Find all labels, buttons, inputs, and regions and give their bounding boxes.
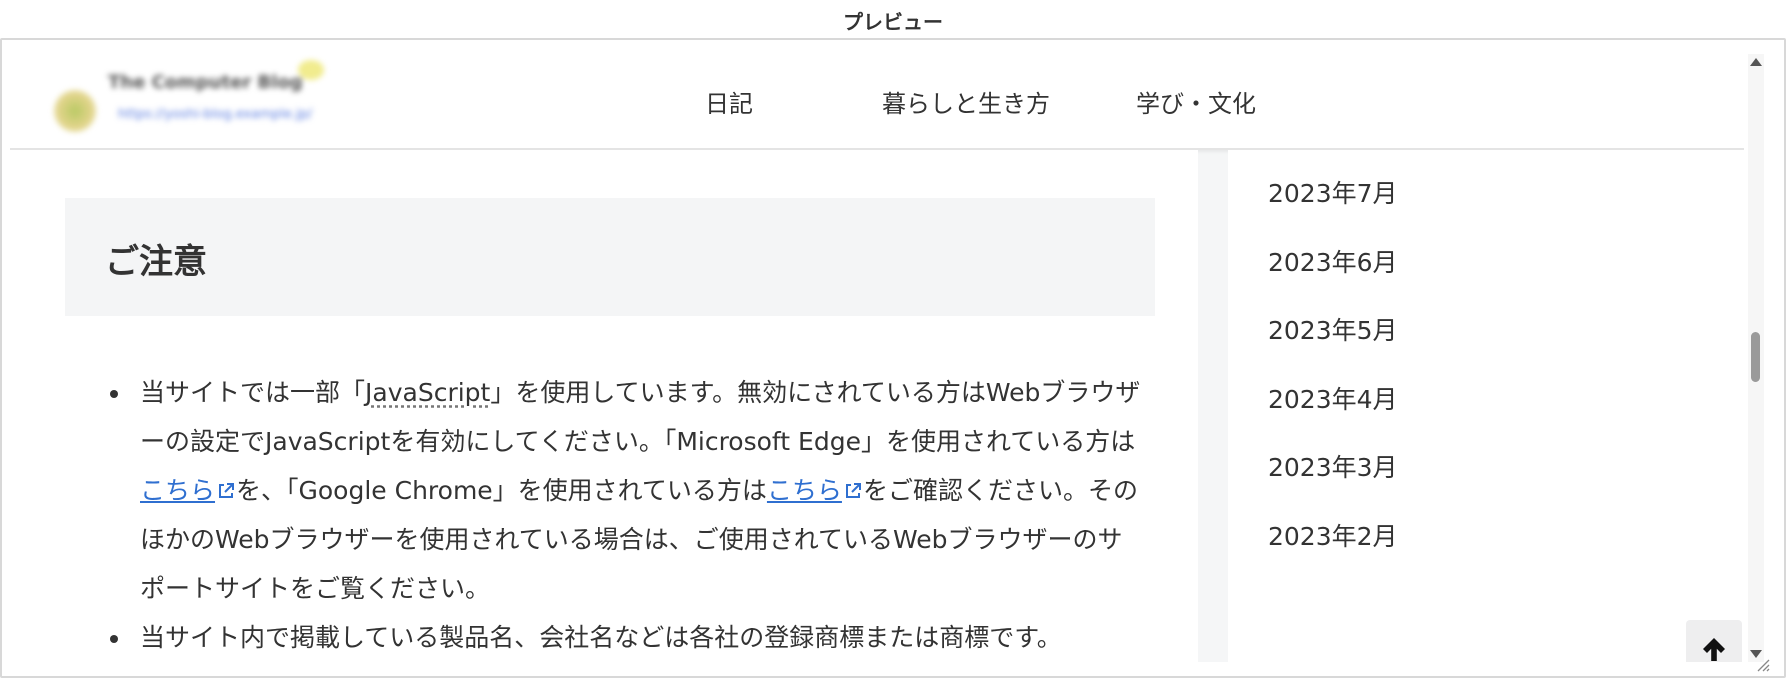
notice-heading: ご注意 [105, 242, 207, 282]
chrome-help-link[interactable]: こちら [767, 476, 863, 505]
back-to-top-button[interactable] [1686, 620, 1742, 662]
archive-link-2023-04[interactable]: 2023年4月 [1268, 380, 1398, 416]
edge-help-link[interactable]: こちら [140, 476, 236, 505]
preview-frame: The Computer Blog https://yoshi-blog.exa… [0, 38, 1786, 678]
external-link-icon [845, 483, 861, 498]
nav-item-lifestyle[interactable]: 暮らしと生き方 [882, 84, 1050, 119]
sidebar-archives: 2023年7月 2023年6月 2023年5月 2023年4月 2023年3月 … [1228, 150, 1744, 662]
scrollbar[interactable] [1748, 54, 1764, 662]
notice-heading-box: ご注意 [65, 198, 1155, 316]
nav-item-diary[interactable]: 日記 [705, 84, 753, 119]
scroll-up-arrow[interactable] [1750, 58, 1762, 66]
arrow-up-icon [1703, 638, 1725, 661]
edge-help-link-label[interactable]: こちら [140, 476, 215, 505]
site-header: The Computer Blog https://yoshi-blog.exa… [10, 54, 1744, 150]
notice-list: 当サイトでは一部「JavaScript」を使用しています。無効にされている方はW… [106, 368, 1146, 662]
notice-text: 当サイトでは一部「 [140, 378, 366, 407]
notice-item-trademarks: 当サイト内で掲載している製品名、会社名などは各社の登録商標または商標です。 [106, 613, 1146, 662]
javascript-term: JavaScript [365, 378, 491, 407]
archive-link-2023-03[interactable]: 2023年3月 [1268, 448, 1398, 484]
archive-link-2023-07[interactable]: 2023年7月 [1268, 174, 1398, 210]
notice-item-javascript: 当サイトでは一部「JavaScript」を使用しています。無効にされている方はW… [106, 368, 1146, 613]
notice-text: を、「Google Chrome」を使用されている方は [236, 476, 767, 505]
notice-text: 当サイト内で掲載している製品名、会社名などは各社の登録商標または商標です。 [140, 623, 1062, 652]
resize-handle-icon[interactable] [1754, 656, 1770, 672]
main-content: ご注意 当サイトでは一部「JavaScript」を使用しています。無効にされてい… [10, 150, 1198, 662]
nav-item-learning-culture[interactable]: 学び・文化 [1136, 84, 1256, 119]
global-nav: 日記 暮らしと生き方 学び・文化 [10, 54, 1744, 148]
archive-link-2023-06[interactable]: 2023年6月 [1268, 243, 1398, 279]
page-viewport: The Computer Blog https://yoshi-blog.exa… [10, 54, 1744, 662]
preview-title: プレビュー [843, 10, 943, 34]
archive-link-2023-02[interactable]: 2023年2月 [1268, 517, 1398, 553]
archive-link-2023-05[interactable]: 2023年5月 [1268, 311, 1398, 347]
chrome-help-link-label[interactable]: こちら [767, 476, 842, 505]
scrollbar-thumb[interactable] [1751, 332, 1760, 382]
external-link-icon [219, 483, 235, 498]
